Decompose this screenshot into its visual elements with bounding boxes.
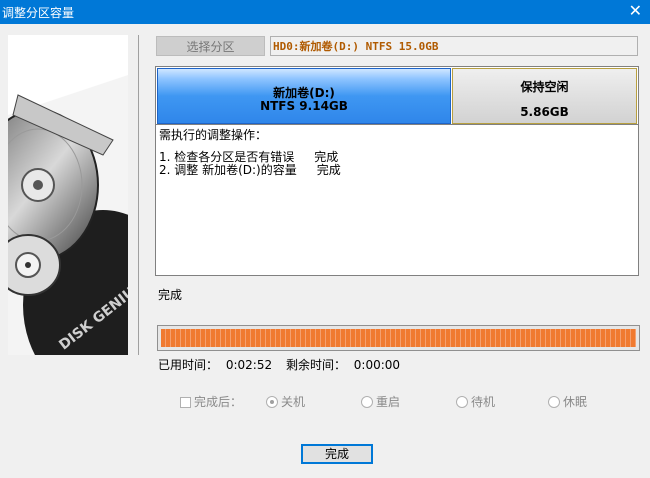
progress-fill bbox=[161, 329, 636, 347]
partition-map: 新加卷(D:) NTFS 9.14GB 保持空闲 5.86GB bbox=[155, 66, 639, 126]
radio-icon[interactable] bbox=[548, 396, 560, 408]
select-partition-button[interactable]: 选择分区 bbox=[156, 36, 265, 56]
title-bar: 调整分区容量 ✕ bbox=[0, 0, 650, 24]
disk-info-label: HD0:新加卷(D:) NTFS 15.0GB bbox=[270, 36, 638, 56]
radio-icon[interactable] bbox=[361, 396, 373, 408]
finish-button[interactable]: 完成 bbox=[301, 444, 373, 464]
radio-shutdown[interactable]: 关机 bbox=[266, 393, 305, 410]
radio-icon[interactable] bbox=[266, 396, 278, 408]
sidebar-divider bbox=[138, 35, 139, 355]
after-complete-checkbox[interactable]: 完成后： bbox=[180, 393, 242, 410]
radio-restart[interactable]: 重启 bbox=[361, 393, 400, 410]
checkbox-icon[interactable] bbox=[180, 397, 191, 408]
status-text: 完成 bbox=[158, 288, 183, 302]
disk-illustration: DISK GENIUS bbox=[8, 35, 128, 355]
time-info: 已用时间： 0:02:52 剩余时间： 0:00:00 bbox=[158, 356, 400, 373]
operation-text: 1. 检查各分区是否有错误 bbox=[159, 150, 295, 164]
radio-standby[interactable]: 待机 bbox=[456, 393, 495, 410]
remaining-label: 剩余时间： bbox=[285, 358, 346, 372]
operations-list: 1. 检查各分区是否有错误完成 2. 调整 新加卷(D:)的容量 完成 bbox=[159, 151, 341, 177]
progress-bar bbox=[157, 325, 640, 351]
operation-text: 2. 调整 新加卷(D:)的容量 bbox=[159, 163, 297, 177]
partition-info: NTFS 9.14GB bbox=[260, 99, 348, 113]
radio-label: 重启 bbox=[376, 395, 401, 409]
close-icon[interactable]: ✕ bbox=[629, 3, 642, 19]
partition-block-free[interactable]: 保持空闲 5.86GB bbox=[452, 68, 637, 124]
radio-hibernate[interactable]: 休眠 bbox=[548, 393, 587, 410]
operation-status: 完成 bbox=[316, 163, 341, 177]
partition-block-main[interactable]: 新加卷(D:) NTFS 9.14GB bbox=[157, 68, 451, 124]
radio-label: 关机 bbox=[281, 395, 306, 409]
operations-title: 需执行的调整操作： bbox=[159, 128, 268, 142]
remaining-value: 0:00:00 bbox=[353, 358, 401, 372]
list-item: 2. 调整 新加卷(D:)的容量 完成 bbox=[159, 164, 341, 177]
operations-list-box: 需执行的调整操作： 1. 检查各分区是否有错误完成 2. 调整 新加卷(D:)的… bbox=[155, 124, 639, 276]
radio-label: 待机 bbox=[471, 395, 496, 409]
elapsed-value: 0:02:52 bbox=[225, 358, 273, 372]
free-space-size: 5.86GB bbox=[520, 105, 569, 119]
radio-icon[interactable] bbox=[456, 396, 468, 408]
free-space-label: 保持空闲 bbox=[520, 80, 569, 94]
hard-disk-icon: DISK GENIUS bbox=[8, 35, 128, 355]
radio-label: 休眠 bbox=[563, 395, 588, 409]
checkbox-label: 完成后： bbox=[194, 395, 243, 409]
window-title: 调整分区容量 bbox=[2, 6, 75, 20]
elapsed-label: 已用时间： bbox=[158, 358, 219, 372]
